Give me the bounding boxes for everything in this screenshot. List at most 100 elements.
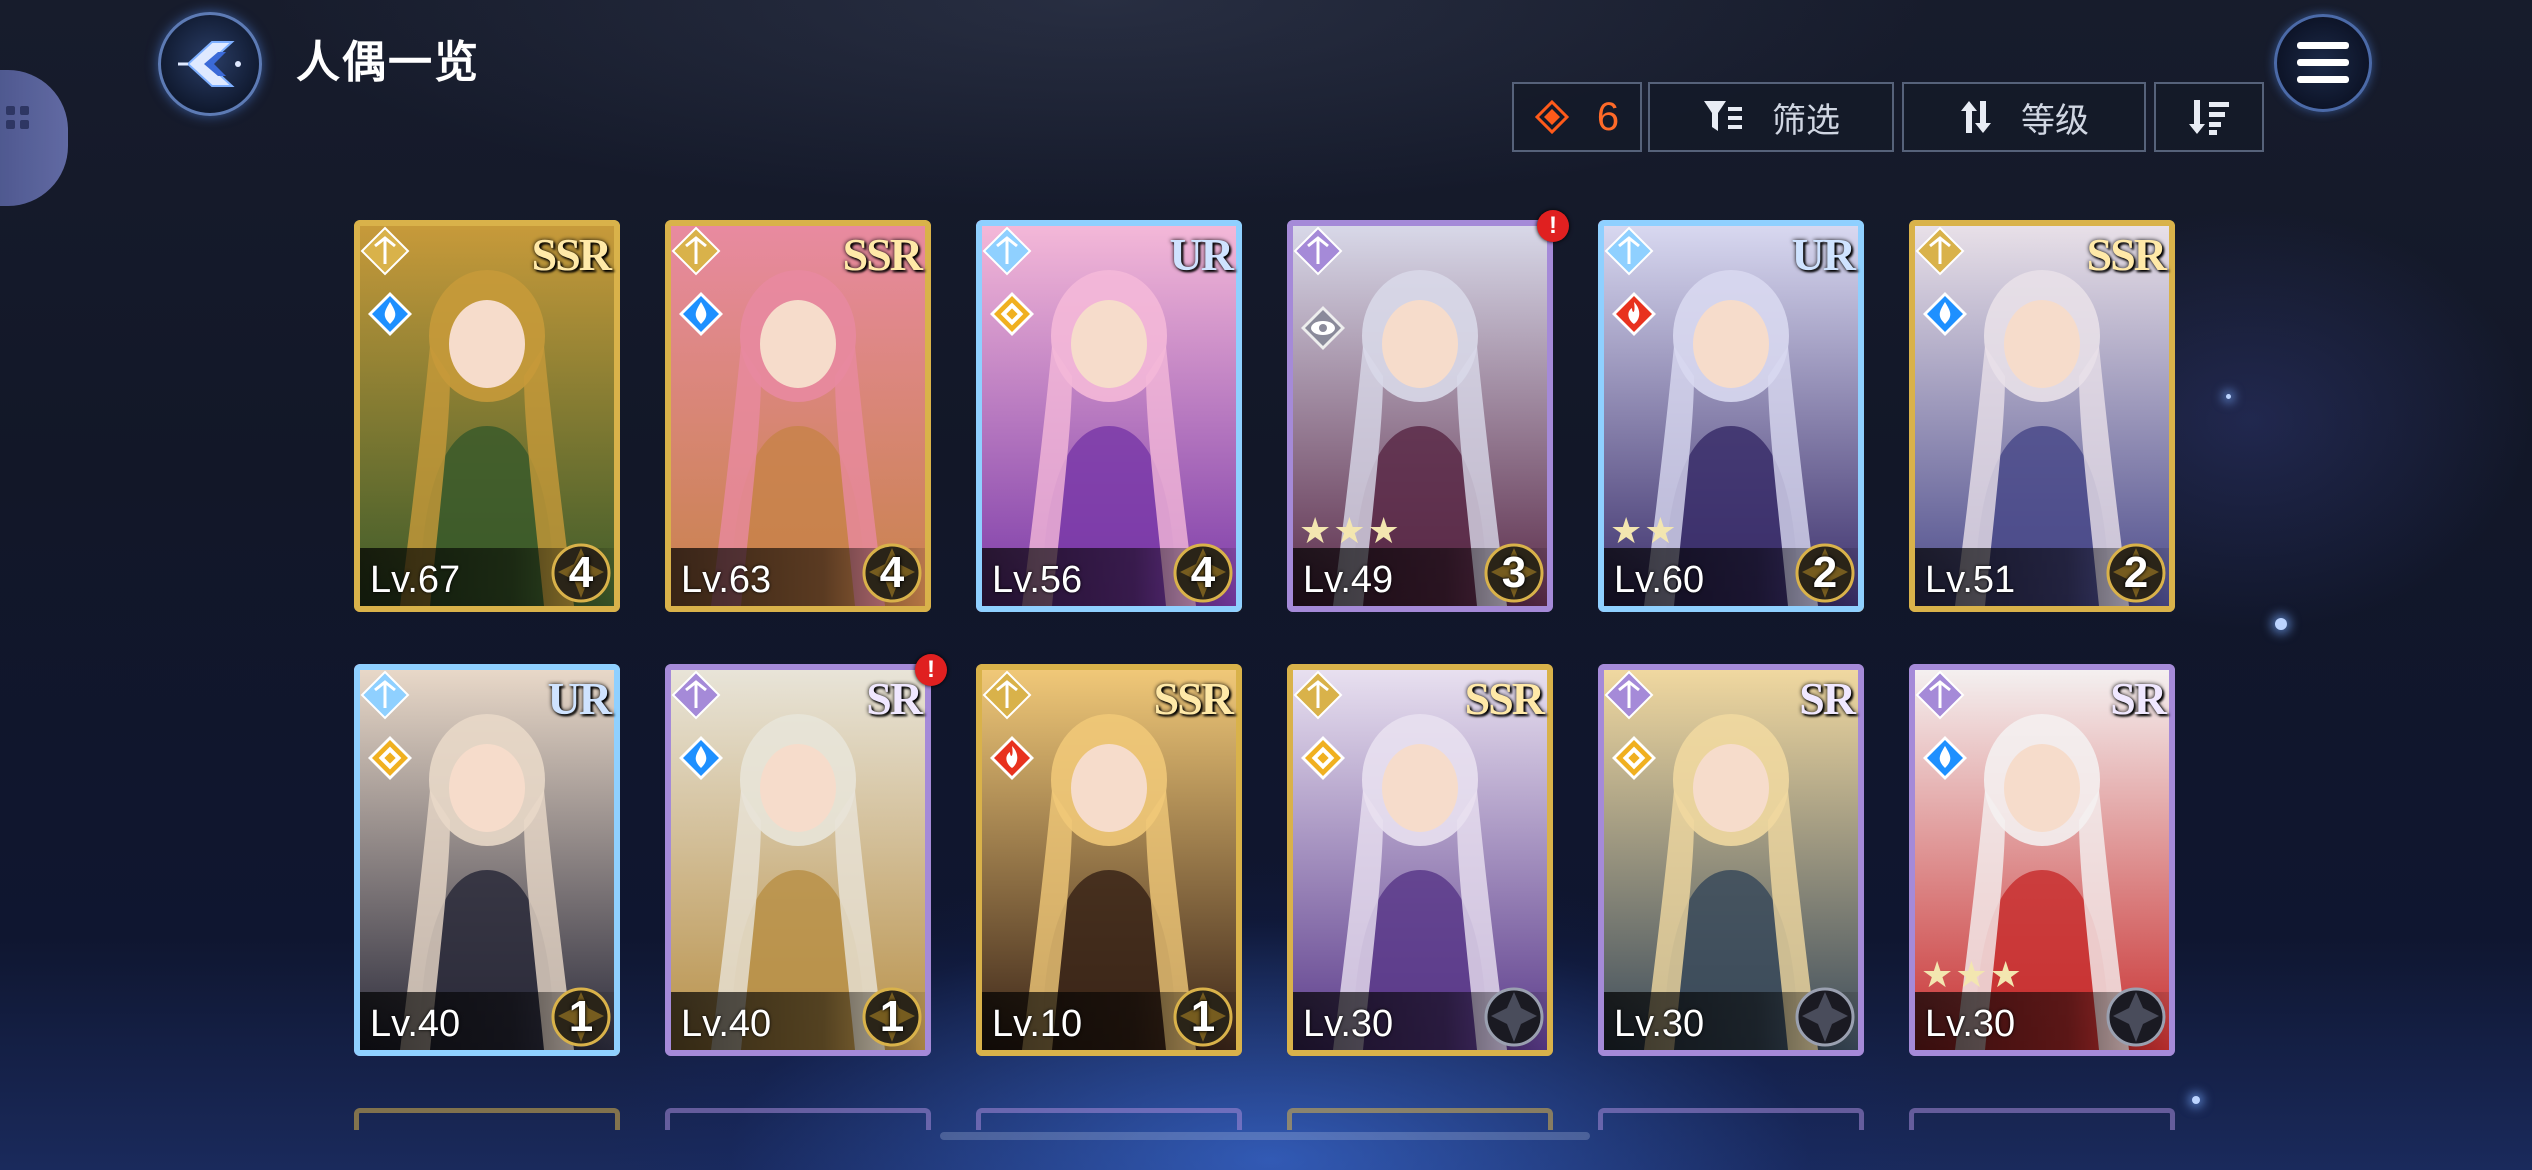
doll-card[interactable]: SR Lv.30 xyxy=(1598,664,1864,1056)
class-icon xyxy=(360,226,410,276)
rarity-label: UR xyxy=(1791,229,1856,280)
class-icon xyxy=(1604,670,1654,720)
rarity-label: SSR xyxy=(1464,673,1545,724)
next-row-card xyxy=(1598,1108,1864,1130)
rarity-label: SSR xyxy=(1153,673,1234,724)
doll-card[interactable]: UR Lv.56 4 xyxy=(976,220,1242,612)
grip-dot xyxy=(20,106,29,115)
gem-counter: 6 xyxy=(1512,82,1642,152)
grip-dot xyxy=(20,120,29,129)
grip-dot xyxy=(6,120,15,129)
rarity-label: SR xyxy=(2110,673,2167,724)
sort-order-button[interactable] xyxy=(2154,82,2264,152)
grip-dot xyxy=(6,106,15,115)
menu-button[interactable] xyxy=(2274,14,2372,112)
side-drawer-tab[interactable] xyxy=(0,70,68,206)
awakening-grade: 1 xyxy=(1190,992,1216,1041)
awakening-grade: 3 xyxy=(1501,548,1527,597)
doll-card[interactable]: SSR Lv.10 1 xyxy=(976,664,1242,1056)
level-label: Lv.30 xyxy=(1303,1003,1394,1045)
filter-icon xyxy=(1704,101,1742,131)
level-label: Lv.30 xyxy=(1614,1003,1705,1045)
level-label: Lv.10 xyxy=(992,1003,1083,1045)
class-icon xyxy=(982,670,1032,720)
light-element-icon xyxy=(1610,734,1658,782)
sort-updown-icon xyxy=(1961,101,1991,133)
sort-label: 等级 xyxy=(2021,101,2089,140)
gem-icon xyxy=(1534,100,1569,134)
sparkle xyxy=(2226,394,2231,399)
next-row-card xyxy=(1287,1108,1553,1130)
next-row-card xyxy=(665,1108,931,1130)
awakening-grade: 4 xyxy=(879,548,905,597)
rarity-label: SR xyxy=(866,673,923,724)
doll-card[interactable]: SR Lv.40 1 xyxy=(665,664,931,1056)
awakening-grade: 1 xyxy=(879,992,905,1041)
filter-label: 筛选 xyxy=(1772,101,1840,140)
filter-button[interactable]: 筛选 xyxy=(1648,82,1894,152)
scroll-indicator[interactable] xyxy=(940,1132,1590,1140)
light-element-icon xyxy=(366,734,414,782)
class-icon xyxy=(982,226,1032,276)
sparkle xyxy=(2275,618,2287,630)
level-label: Lv.40 xyxy=(681,1003,772,1045)
class-icon xyxy=(360,670,410,720)
water-element-icon xyxy=(1921,290,1969,338)
star-rating: ★★★ xyxy=(1921,954,2024,995)
rarity-label: SSR xyxy=(531,229,612,280)
sort-descending-icon xyxy=(2189,100,2229,135)
water-element-icon xyxy=(366,290,414,338)
doll-card[interactable]: ★★★ Lv.49 3 xyxy=(1287,220,1553,612)
level-label: Lv.30 xyxy=(1925,1003,2016,1045)
page-title: 人偶一览 xyxy=(296,38,480,87)
class-icon xyxy=(1915,670,1965,720)
fire-element-icon xyxy=(1610,290,1658,338)
class-icon xyxy=(1915,226,1965,276)
awakening-grade: 2 xyxy=(1812,548,1838,597)
doll-card[interactable]: UR Lv.40 1 xyxy=(354,664,620,1056)
sparkle xyxy=(2192,1096,2200,1104)
dark-element-icon xyxy=(1299,304,1347,352)
hamburger-icon xyxy=(2297,42,2349,83)
level-label: Lv.60 xyxy=(1614,559,1705,601)
doll-card[interactable]: SSR Lv.51 2 xyxy=(1909,220,2175,612)
light-element-icon xyxy=(1299,734,1347,782)
gem-count-value: 6 xyxy=(1596,94,1620,139)
awakening-grade: 2 xyxy=(2123,548,2149,597)
doll-card[interactable]: SSR Lv.67 4 xyxy=(354,220,620,612)
fire-element-icon xyxy=(988,734,1036,782)
level-label: Lv.56 xyxy=(992,559,1083,601)
awakening-grade: 4 xyxy=(568,548,594,597)
back-arrow-icon xyxy=(178,41,241,87)
alert-badge-icon: ! xyxy=(1537,210,1569,242)
rarity-label: SSR xyxy=(2086,229,2167,280)
class-icon xyxy=(671,226,721,276)
star-rating: ★★★ xyxy=(1299,510,1402,551)
sort-button[interactable]: 等级 xyxy=(1902,82,2146,152)
doll-card[interactable]: SR ★★★ Lv.30 xyxy=(1909,664,2175,1056)
doll-card[interactable]: SSR Lv.30 xyxy=(1287,664,1553,1056)
awakening-grade: 4 xyxy=(1190,548,1216,597)
next-row-card xyxy=(1909,1108,2175,1130)
doll-card[interactable]: UR ★★ Lv.60 2 xyxy=(1598,220,1864,612)
class-icon xyxy=(671,670,721,720)
class-icon xyxy=(1293,670,1343,720)
doll-card[interactable]: SSR Lv.63 4 xyxy=(665,220,931,612)
awakening-badge-icon xyxy=(1794,986,1856,1048)
water-element-icon xyxy=(677,290,725,338)
awakening-grade: 1 xyxy=(568,992,594,1041)
level-label: Lv.51 xyxy=(1925,559,2016,601)
class-icon xyxy=(1604,226,1654,276)
rarity-label: UR xyxy=(1169,229,1234,280)
level-label: Lv.63 xyxy=(681,559,772,601)
level-label: Lv.40 xyxy=(370,1003,461,1045)
alert-badge-icon: ! xyxy=(915,654,947,686)
level-label: Lv.67 xyxy=(370,559,461,601)
next-row-card xyxy=(976,1108,1242,1130)
level-label: Lv.49 xyxy=(1303,559,1394,601)
water-element-icon xyxy=(677,734,725,782)
next-row-card xyxy=(354,1108,620,1130)
back-button[interactable] xyxy=(158,12,262,116)
rarity-label: SR xyxy=(1799,673,1856,724)
rarity-label: SSR xyxy=(842,229,923,280)
